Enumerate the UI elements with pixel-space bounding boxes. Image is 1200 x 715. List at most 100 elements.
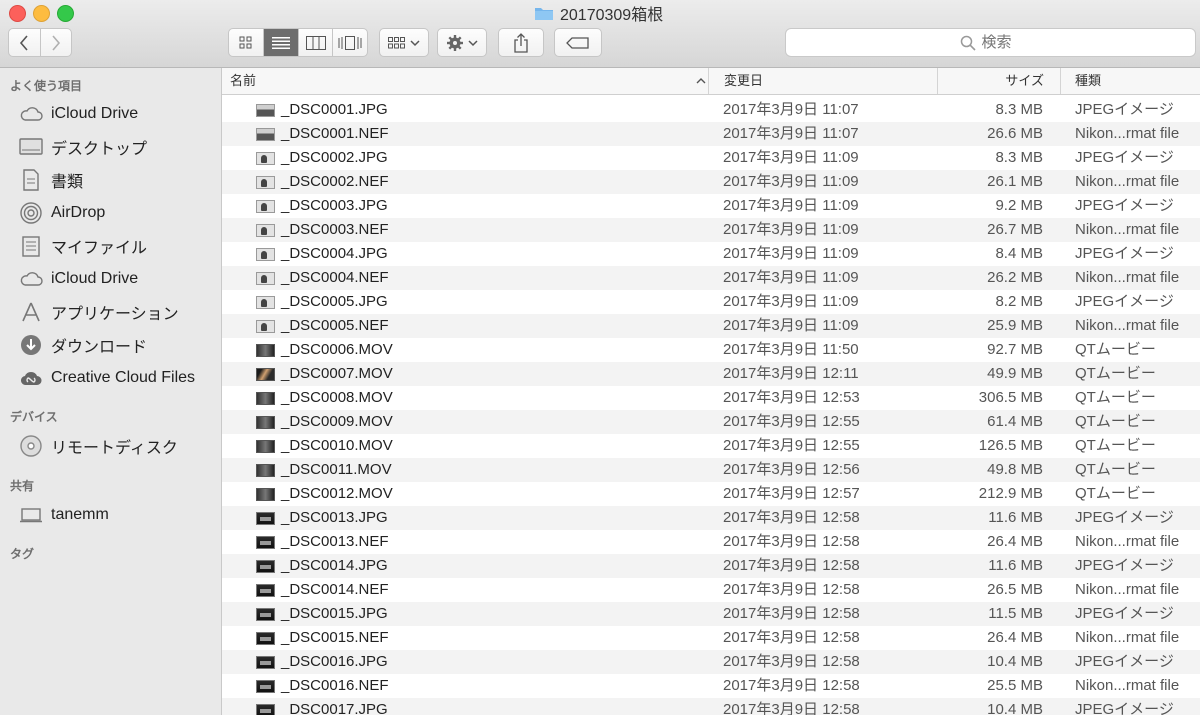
- file-rows: _DSC0001.JPG 2017年3月9日 11:07 8.3 MB JPEGイメー…: [222, 98, 1200, 715]
- back-button[interactable]: [9, 29, 40, 56]
- file-name: _DSC0003.JPG: [281, 197, 388, 214]
- modified-date: 2017年3月9日 11:09: [723, 197, 859, 214]
- file-thumbnail-icon: [256, 367, 275, 381]
- table-row[interactable]: _DSC0012.MOV 2017年3月9日 12:57 212.9 MB QTムービ…: [222, 482, 1200, 506]
- chevron-down-icon: [410, 39, 420, 46]
- modified-date: 2017年3月9日 11:07: [723, 101, 859, 118]
- table-row[interactable]: _DSC0015.NEF 2017年3月9日 12:58 26.4 MB Nikon.…: [222, 626, 1200, 650]
- sidebar-item-all-my-files[interactable]: マイファイル: [19, 233, 147, 259]
- file-size: 126.5 MB: [978, 437, 1043, 454]
- table-row[interactable]: _DSC0003.JPG 2017年3月9日 11:09 9.2 MB JPEGイメー…: [222, 194, 1200, 218]
- modified-date: 2017年3月9日 12:55: [723, 413, 860, 430]
- sidebar-item-remote-disc[interactable]: リモートディスク: [19, 433, 178, 459]
- file-thumbnail-icon: [256, 607, 275, 621]
- file-name-cell: _DSC0016.NEF: [256, 674, 389, 698]
- modified-date: 2017年3月9日 12:56: [723, 461, 860, 478]
- action-menu-button[interactable]: [437, 28, 487, 57]
- table-row[interactable]: _DSC0007.MOV 2017年3月9日 12:11 49.9 MB QTムービー: [222, 362, 1200, 386]
- column-header-kind[interactable]: 種類: [1060, 68, 1200, 94]
- table-row[interactable]: _DSC0005.JPG 2017年3月9日 11:09 8.2 MB JPEGイメー…: [222, 290, 1200, 314]
- column-view-button[interactable]: [297, 29, 333, 56]
- chevron-left-icon: [20, 34, 28, 51]
- file-name: _DSC0004.JPG: [281, 245, 388, 262]
- file-size: 92.7 MB: [987, 341, 1043, 358]
- table-row[interactable]: _DSC0016.JPG 2017年3月9日 12:58 10.4 MB JPEGイメ…: [222, 650, 1200, 674]
- sidebar-item-label: ダウンロード: [51, 339, 148, 356]
- table-row[interactable]: _DSC0003.NEF 2017年3月9日 11:09 26.7 MB Nikon.…: [222, 218, 1200, 242]
- file-thumbnail-icon: [256, 439, 275, 453]
- minimize-window-button[interactable]: [33, 5, 50, 22]
- table-row[interactable]: _DSC0004.JPG 2017年3月9日 11:09 8.4 MB JPEGイメー…: [222, 242, 1200, 266]
- table-row[interactable]: _DSC0014.JPG 2017年3月9日 12:58 11.6 MB JPEGイメ…: [222, 554, 1200, 578]
- arrange-button[interactable]: [379, 28, 429, 57]
- search-field[interactable]: [785, 28, 1196, 57]
- file-name: _DSC0008.MOV: [281, 389, 393, 406]
- sidebar-item-airdrop[interactable]: AirDrop: [19, 200, 105, 226]
- column-header-date[interactable]: 変更日: [708, 68, 937, 94]
- file-name-cell: _DSC0017.JPG: [256, 698, 388, 715]
- file-kind: Nikon...rmat file: [1075, 581, 1180, 598]
- sidebar-item-creative-cloud-files[interactable]: Creative Cloud Files: [19, 365, 195, 391]
- sidebar-item-label: iCloud Drive: [51, 270, 139, 287]
- sidebar-item-applications[interactable]: アプリケーション: [19, 299, 179, 325]
- file-name: _DSC0005.JPG: [281, 293, 388, 310]
- file-name: _DSC0011.MOV: [281, 461, 392, 478]
- file-name: _DSC0016.NEF: [281, 677, 389, 694]
- file-kind: QTムービー: [1075, 389, 1156, 406]
- edit-tags-button[interactable]: [554, 28, 602, 57]
- table-row[interactable]: _DSC0004.NEF 2017年3月9日 11:09 26.2 MB Nikon.…: [222, 266, 1200, 290]
- table-row[interactable]: _DSC0017.JPG 2017年3月9日 12:58 10.4 MB JPEGイメ…: [222, 698, 1200, 715]
- sidebar-item-desktop[interactable]: デスクトップ: [19, 134, 147, 160]
- list-header: 名前 変更日 サイズ 種類: [222, 68, 1200, 95]
- table-row[interactable]: _DSC0008.MOV 2017年3月9日 12:53 306.5 MB QTムービ…: [222, 386, 1200, 410]
- list-view-button[interactable]: [263, 29, 298, 56]
- sidebar-item-documents[interactable]: 書類: [19, 167, 83, 193]
- modified-date: 2017年3月9日 11:50: [723, 341, 859, 358]
- close-window-button[interactable]: [9, 5, 26, 22]
- share-button[interactable]: [498, 28, 544, 57]
- file-thumbnail-icon: [256, 679, 275, 693]
- sidebar: よく使う項目 iCloud Drive デスクトップ 書類 AirDrop マイ…: [0, 68, 222, 715]
- file-kind: JPEGイメージ: [1075, 245, 1174, 262]
- sidebar-item-icloud-drive-2[interactable]: iCloud Drive: [19, 266, 138, 292]
- table-row[interactable]: _DSC0013.NEF 2017年3月9日 12:58 26.4 MB Nikon.…: [222, 530, 1200, 554]
- forward-button[interactable]: [39, 29, 72, 56]
- sidebar-item-label: デスクトップ: [51, 141, 148, 158]
- table-row[interactable]: _DSC0013.JPG 2017年3月9日 12:58 11.6 MB JPEGイメ…: [222, 506, 1200, 530]
- sidebar-item-icloud-drive[interactable]: iCloud Drive: [19, 101, 138, 127]
- search-input[interactable]: [981, 34, 1022, 51]
- file-name: _DSC0002.JPG: [281, 149, 388, 166]
- file-thumbnail-icon: [256, 559, 275, 573]
- column-header-name[interactable]: 名前: [230, 68, 706, 94]
- column-header-size[interactable]: サイズ: [937, 68, 1060, 94]
- table-row[interactable]: _DSC0016.NEF 2017年3月9日 12:58 25.5 MB Nikon.…: [222, 674, 1200, 698]
- file-thumbnail-icon: [256, 151, 275, 165]
- file-thumbnail-icon: [256, 295, 275, 309]
- table-row[interactable]: _DSC0002.JPG 2017年3月9日 11:09 8.3 MB JPEGイメー…: [222, 146, 1200, 170]
- file-thumbnail-icon: [256, 655, 275, 669]
- file-thumbnail-icon: [256, 391, 275, 405]
- table-row[interactable]: _DSC0001.NEF 2017年3月9日 11:07 26.6 MB Nikon.…: [222, 122, 1200, 146]
- file-size: 49.8 MB: [987, 461, 1043, 478]
- sidebar-item-tanemm[interactable]: tanemm: [19, 502, 109, 528]
- table-row[interactable]: _DSC0005.NEF 2017年3月9日 11:09 25.9 MB Nikon.…: [222, 314, 1200, 338]
- table-row[interactable]: _DSC0009.MOV 2017年3月9日 12:55 61.4 MB QTムービー: [222, 410, 1200, 434]
- file-kind: QTムービー: [1075, 341, 1156, 358]
- file-kind: JPEGイメージ: [1075, 197, 1174, 214]
- table-row[interactable]: _DSC0010.MOV 2017年3月9日 12:55 126.5 MB QTムービ…: [222, 434, 1200, 458]
- table-row[interactable]: _DSC0001.JPG 2017年3月9日 11:07 8.3 MB JPEGイメー…: [222, 98, 1200, 122]
- table-row[interactable]: _DSC0006.MOV 2017年3月9日 11:50 92.7 MB QTムービー: [222, 338, 1200, 362]
- modified-date: 2017年3月9日 12:57: [723, 485, 860, 502]
- file-thumbnail-icon: [256, 223, 275, 237]
- table-row[interactable]: _DSC0002.NEF 2017年3月9日 11:09 26.1 MB Nikon.…: [222, 170, 1200, 194]
- file-name-cell: _DSC0005.JPG: [256, 290, 388, 314]
- sidebar-item-downloads[interactable]: ダウンロード: [19, 332, 147, 358]
- zoom-window-button[interactable]: [57, 5, 74, 22]
- file-kind: Nikon...rmat file: [1075, 533, 1180, 550]
- table-row[interactable]: _DSC0011.MOV 2017年3月9日 12:56 49.8 MB QTムービー: [222, 458, 1200, 482]
- table-row[interactable]: _DSC0014.NEF 2017年3月9日 12:58 26.5 MB Nikon.…: [222, 578, 1200, 602]
- cover-flow-view-button[interactable]: [332, 29, 367, 56]
- table-row[interactable]: _DSC0015.JPG 2017年3月9日 12:58 11.5 MB JPEGイメ…: [222, 602, 1200, 626]
- icon-view-button[interactable]: [229, 29, 263, 56]
- file-size: 26.4 MB: [987, 629, 1043, 646]
